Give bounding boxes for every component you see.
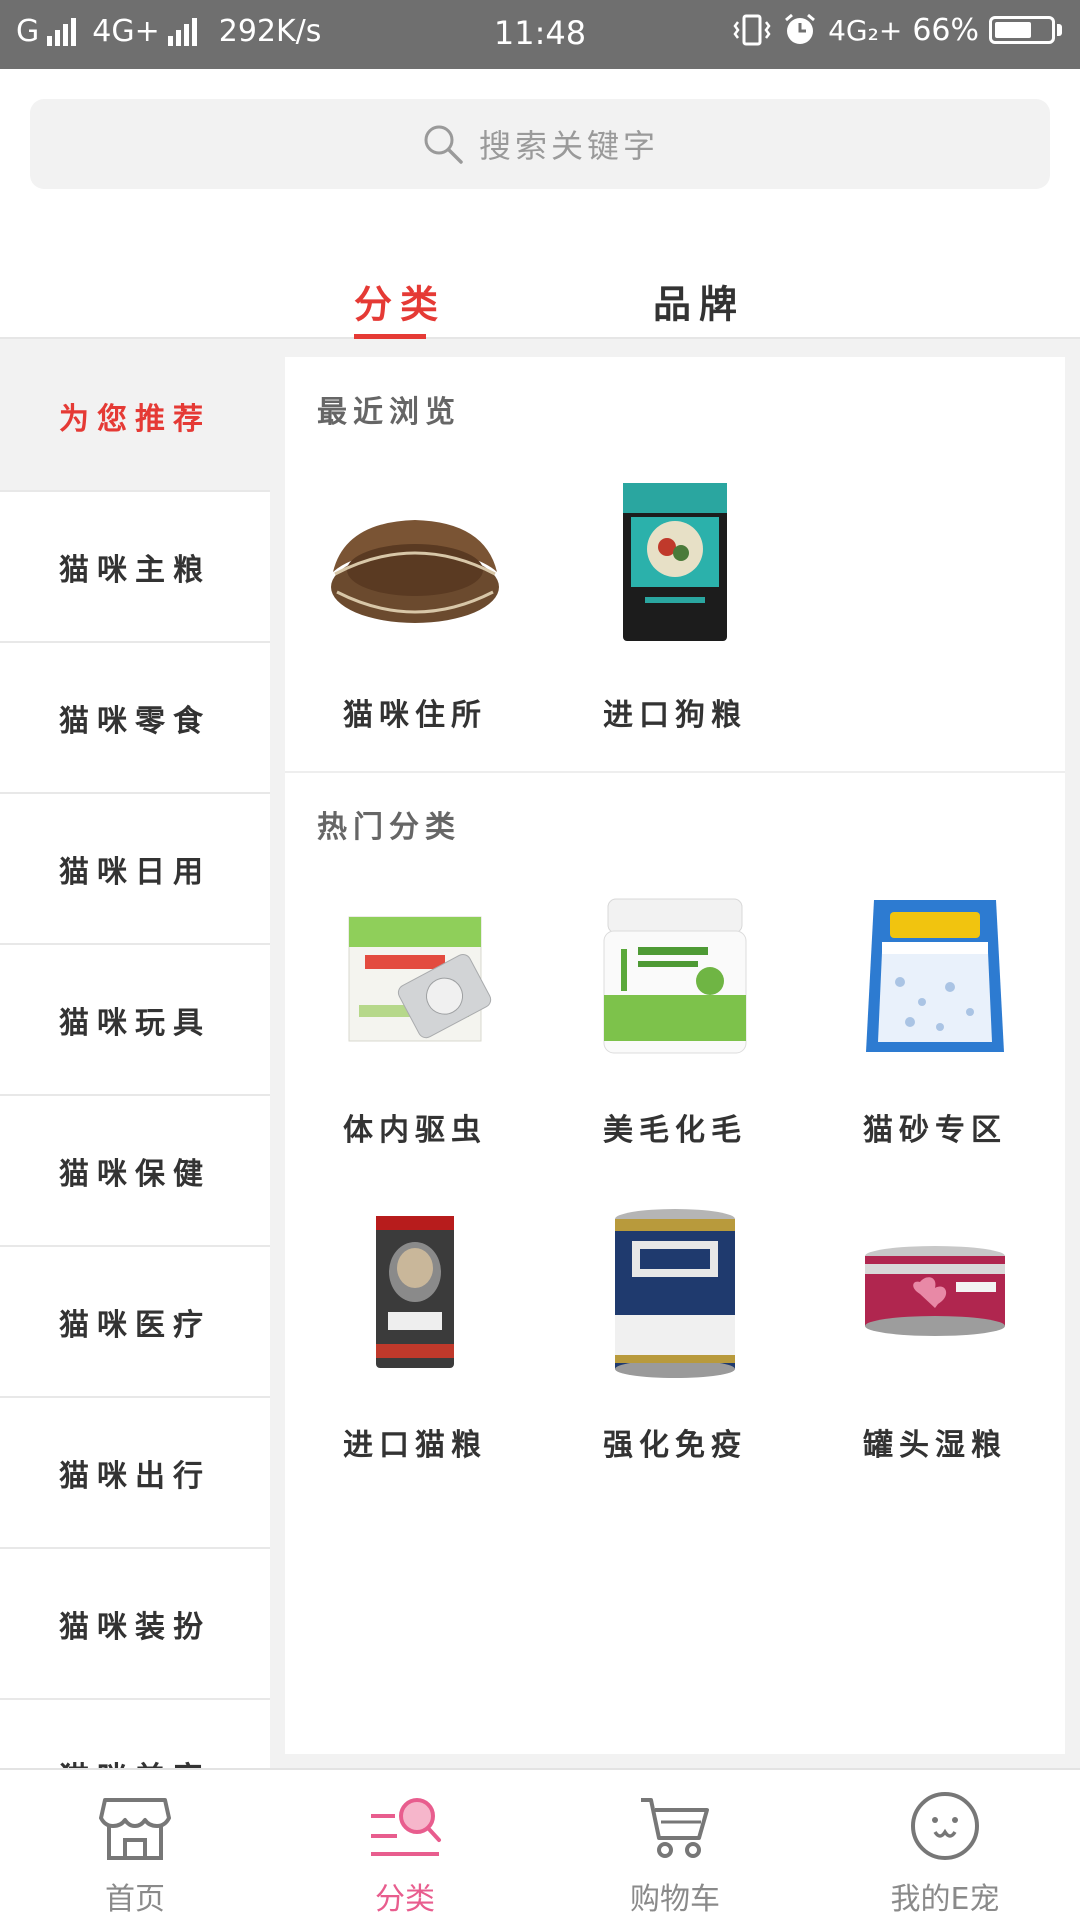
hot-item-immunity[interactable]: 强化免疫 bbox=[545, 1192, 805, 1464]
sidebar-item-cat-medical[interactable]: 猫咪医疗 bbox=[0, 1247, 270, 1398]
hot-item-label: 强化免疫 bbox=[603, 1428, 747, 1463]
category-search-icon bbox=[371, 1798, 441, 1856]
sidebar-item-cat-toys[interactable]: 猫咪玩具 bbox=[0, 945, 270, 1096]
store-icon bbox=[99, 1798, 171, 1860]
hot-item-coat-care[interactable]: 美毛化毛 bbox=[545, 877, 805, 1149]
recent-item-cat-house[interactable]: 猫咪住所 bbox=[285, 462, 545, 734]
nav-category[interactable]: 分类 bbox=[270, 1770, 540, 1920]
sidebar-item-recommended[interactable]: 为您推荐 bbox=[0, 341, 270, 492]
nav-label: 分类 bbox=[375, 1882, 435, 1917]
search-input[interactable]: 搜索关键字 bbox=[30, 99, 1050, 189]
nav-profile[interactable]: 我的E宠 bbox=[810, 1770, 1080, 1920]
header: 搜索关键字 分类 品牌 bbox=[0, 69, 1080, 339]
category-content: 最近浏览 猫咪住所 进口狗粮 热门分类 体内驱虫 美毛化毛 猫砂专区 进口猫粮 … bbox=[285, 357, 1065, 1754]
sidebar-item-cat-grooming[interactable]: 猫咪美容 bbox=[0, 1700, 270, 1768]
hot-item-label: 美毛化毛 bbox=[603, 1113, 747, 1148]
search-placeholder: 搜索关键字 bbox=[478, 127, 659, 165]
dog-food-bag-image bbox=[545, 462, 805, 662]
hot-item-wet-food[interactable]: 罐头湿粮 bbox=[805, 1192, 1065, 1464]
canned-food-image bbox=[805, 1192, 1065, 1392]
smiley-profile-icon bbox=[911, 1792, 979, 1860]
bottom-nav: 首页 分类 购物车 我的E宠 bbox=[0, 1768, 1080, 1920]
battery-percent: 66% bbox=[912, 12, 979, 48]
sidebar-item-cat-health[interactable]: 猫咪保健 bbox=[0, 1096, 270, 1247]
tab-brand[interactable]: 品牌 bbox=[653, 274, 745, 329]
sidebar-item-cat-snacks[interactable]: 猫咪零食 bbox=[0, 643, 270, 794]
nav-home[interactable]: 首页 bbox=[0, 1770, 270, 1920]
hot-item-label: 猫砂专区 bbox=[863, 1113, 1007, 1148]
nav-label: 首页 bbox=[105, 1882, 165, 1917]
hot-item-deworming[interactable]: 体内驱虫 bbox=[285, 877, 545, 1149]
milk-powder-can-image bbox=[545, 1192, 805, 1392]
cat-litter-bag-image bbox=[805, 877, 1065, 1077]
alarm-icon bbox=[785, 13, 816, 44]
deworming-pill-image bbox=[285, 877, 545, 1077]
recent-item-label: 进口狗粮 bbox=[603, 698, 747, 733]
sidebar-item-cat-dressup[interactable]: 猫咪装扮 bbox=[0, 1549, 270, 1700]
recent-item-imported-dog-food[interactable]: 进口狗粮 bbox=[545, 462, 805, 734]
section-divider bbox=[285, 771, 1065, 773]
tab-category[interactable]: 分类 bbox=[354, 274, 446, 329]
supplement-jar-image bbox=[545, 877, 805, 1077]
search-icon bbox=[424, 125, 463, 164]
nav-label: 我的E宠 bbox=[890, 1882, 1000, 1917]
hot-item-label: 进口猫粮 bbox=[343, 1428, 487, 1463]
nav-cart[interactable]: 购物车 bbox=[540, 1770, 810, 1920]
hot-section-title: 热门分类 bbox=[317, 810, 461, 845]
recent-section-title: 最近浏览 bbox=[317, 395, 461, 430]
status-right: 4G₂+ 66% bbox=[732, 12, 1062, 48]
recent-item-label: 猫咪住所 bbox=[343, 698, 487, 733]
category-sidebar[interactable]: 为您推荐 猫咪主粮 猫咪零食 猫咪日用 猫咪玩具 猫咪保健 猫咪医疗 猫咪出行 … bbox=[0, 341, 270, 1768]
sidebar-item-cat-daily[interactable]: 猫咪日用 bbox=[0, 794, 270, 945]
hot-item-label: 体内驱虫 bbox=[343, 1113, 487, 1148]
sidebar-item-cat-food[interactable]: 猫咪主粮 bbox=[0, 492, 270, 643]
hot-item-label: 罐头湿粮 bbox=[863, 1428, 1007, 1463]
hot-item-imported-cat-food[interactable]: 进口猫粮 bbox=[285, 1192, 545, 1464]
cat-bed-image bbox=[285, 462, 545, 662]
vibrate-icon bbox=[733, 14, 771, 46]
cat-food-bag-image bbox=[285, 1192, 545, 1392]
sidebar-item-cat-travel[interactable]: 猫咪出行 bbox=[0, 1398, 270, 1549]
hot-item-cat-litter[interactable]: 猫砂专区 bbox=[805, 877, 1065, 1149]
tab-bar: 分类 品牌 bbox=[0, 229, 1080, 339]
cart-icon bbox=[641, 1798, 709, 1858]
nav-label: 购物车 bbox=[630, 1882, 720, 1917]
battery-icon bbox=[989, 16, 1062, 44]
status-bar: G 4G+ 292K/s 11:48 4G₂+ 66% bbox=[0, 0, 1080, 69]
tab-active-indicator bbox=[354, 334, 426, 339]
network-type: 4G₂+ bbox=[828, 13, 903, 47]
